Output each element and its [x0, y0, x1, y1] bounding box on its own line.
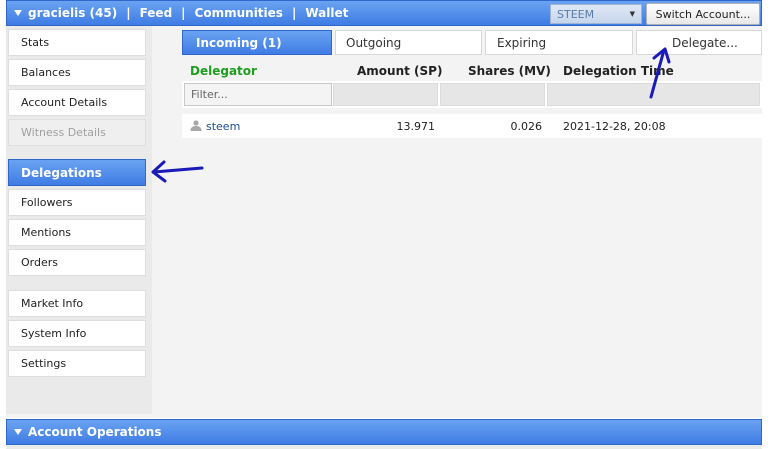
sidebar-item-orders[interactable]: Orders	[8, 249, 146, 276]
nav-link-feed[interactable]: Feed	[140, 6, 173, 20]
table-row: steem 13.971 0.026 2021-12-28, 20:08	[182, 114, 762, 138]
sidebar-item-market-info[interactable]: Market Info	[8, 290, 146, 317]
chevron-down-icon: ▼	[629, 10, 635, 18]
main-panel: Stats Balances Account Details Witness D…	[6, 26, 762, 418]
delegator-link[interactable]: steem	[206, 120, 240, 133]
column-header-shares[interactable]: Shares (MV)	[468, 64, 551, 78]
filter-cell-amount	[333, 83, 438, 106]
top-nav-bar: gracielis (45) | Feed | Communities | Wa…	[6, 0, 762, 26]
nav-link-communities[interactable]: Communities	[195, 6, 283, 20]
column-header-delegation-time[interactable]: Delegation Time	[563, 64, 674, 78]
sidebar-item-system-info[interactable]: System Info	[8, 320, 146, 347]
sidebar-item-followers[interactable]: Followers	[8, 189, 146, 216]
sidebar-item-balances[interactable]: Balances	[8, 59, 146, 86]
tab-delegate[interactable]: Delegate...	[636, 30, 762, 55]
delegation-time-value: 2021-12-28, 20:08	[563, 120, 666, 133]
tab-expiring[interactable]: Expiring	[485, 30, 633, 55]
filter-cell-shares	[440, 83, 545, 106]
column-header-amount[interactable]: Amount (SP)	[357, 64, 442, 78]
nav-separator: |	[181, 6, 186, 20]
nav-separator: |	[291, 6, 297, 20]
shares-value: 0.026	[510, 120, 543, 133]
user-icon	[190, 120, 202, 131]
column-header-delegator[interactable]: Delegator	[190, 64, 257, 78]
collapse-triangle-icon	[14, 429, 22, 435]
sidebar-item-account-details[interactable]: Account Details	[8, 89, 146, 116]
nav-separator: |	[126, 6, 131, 20]
account-name[interactable]: gracielis (45)	[28, 6, 117, 20]
bottom-strip	[6, 445, 762, 449]
tab-outgoing[interactable]: Outgoing	[335, 30, 482, 55]
account-operations-title: Account Operations	[28, 425, 162, 439]
filter-row	[182, 81, 762, 108]
sidebar-item-settings[interactable]: Settings	[8, 350, 146, 377]
nav-link-wallet[interactable]: Wallet	[305, 6, 348, 20]
tab-incoming[interactable]: Incoming (1)	[182, 30, 332, 55]
sidebar-item-stats[interactable]: Stats	[8, 29, 146, 56]
account-select[interactable]: STEEM ▼	[550, 4, 642, 24]
sidebar: Stats Balances Account Details Witness D…	[6, 26, 152, 414]
delegation-tabs: Incoming (1) Outgoing Expiring Delegate.…	[182, 30, 762, 55]
amount-value: 13.971	[396, 120, 436, 133]
filter-cell-time	[547, 83, 760, 106]
account-operations-bar[interactable]: Account Operations	[6, 419, 762, 445]
sidebar-item-delegations[interactable]: Delegations	[8, 159, 146, 186]
sidebar-item-witness-details: Witness Details	[8, 119, 146, 146]
switch-account-button[interactable]: Switch Account...	[646, 3, 760, 25]
sidebar-item-mentions[interactable]: Mentions	[8, 219, 146, 246]
account-select-value: STEEM	[557, 7, 595, 21]
collapse-triangle-icon[interactable]	[14, 10, 22, 16]
delegator-filter-input[interactable]	[184, 83, 332, 106]
